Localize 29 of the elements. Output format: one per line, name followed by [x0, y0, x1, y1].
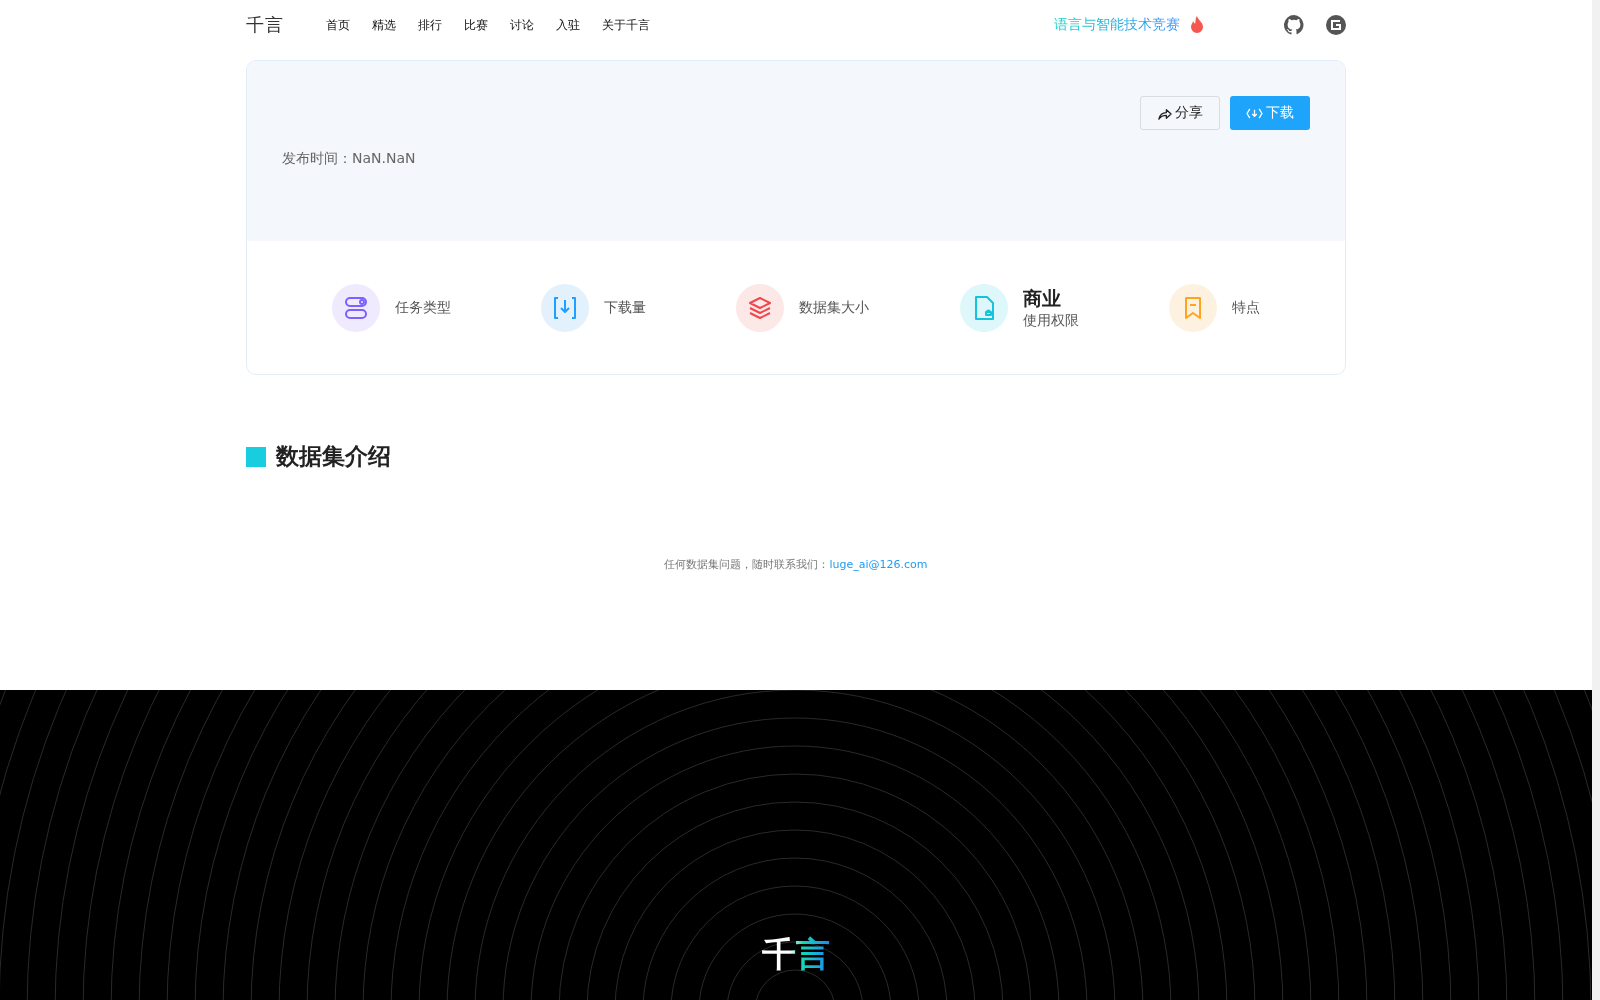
download-icon [1246, 106, 1263, 120]
logo[interactable]: 千言 [246, 13, 326, 37]
toggle-icon [332, 283, 381, 332]
stat-label: 使用权限 [1022, 311, 1079, 330]
bookmark-icon [1168, 283, 1217, 332]
section-title: 数据集介绍 [276, 442, 391, 471]
scrollbar[interactable] [1592, 0, 1600, 1000]
section-marker [246, 446, 266, 467]
nav-link[interactable]: 首页 [326, 16, 350, 34]
share-button[interactable]: 分享 [1140, 96, 1220, 130]
contact-text: 任何数据集问题，随时联系我们： [664, 558, 830, 571]
stat-label: 特点 [1231, 298, 1260, 317]
stat-label: 数据集大小 [799, 298, 870, 317]
flame-icon [1190, 16, 1204, 34]
nav-link[interactable]: 讨论 [510, 16, 534, 34]
nav-link[interactable]: 比赛 [464, 16, 488, 34]
document-lock-icon [959, 283, 1008, 332]
g-logo-icon[interactable] [1326, 15, 1346, 35]
publish-time: 发布时间：NaN.NaN [282, 150, 417, 168]
github-icon[interactable] [1284, 15, 1304, 35]
nav-link[interactable]: 精选 [372, 16, 396, 34]
nav-link[interactable]: 关于千言 [602, 16, 650, 34]
layers-icon [736, 283, 785, 332]
nav-link[interactable]: 入驻 [556, 16, 580, 34]
stat-value: 商业 [1022, 285, 1062, 311]
nav-link[interactable]: 排行 [418, 16, 442, 34]
stat-label: 下载量 [604, 298, 647, 317]
download-icon [541, 283, 590, 332]
stat-label: 任务类型 [395, 298, 452, 317]
